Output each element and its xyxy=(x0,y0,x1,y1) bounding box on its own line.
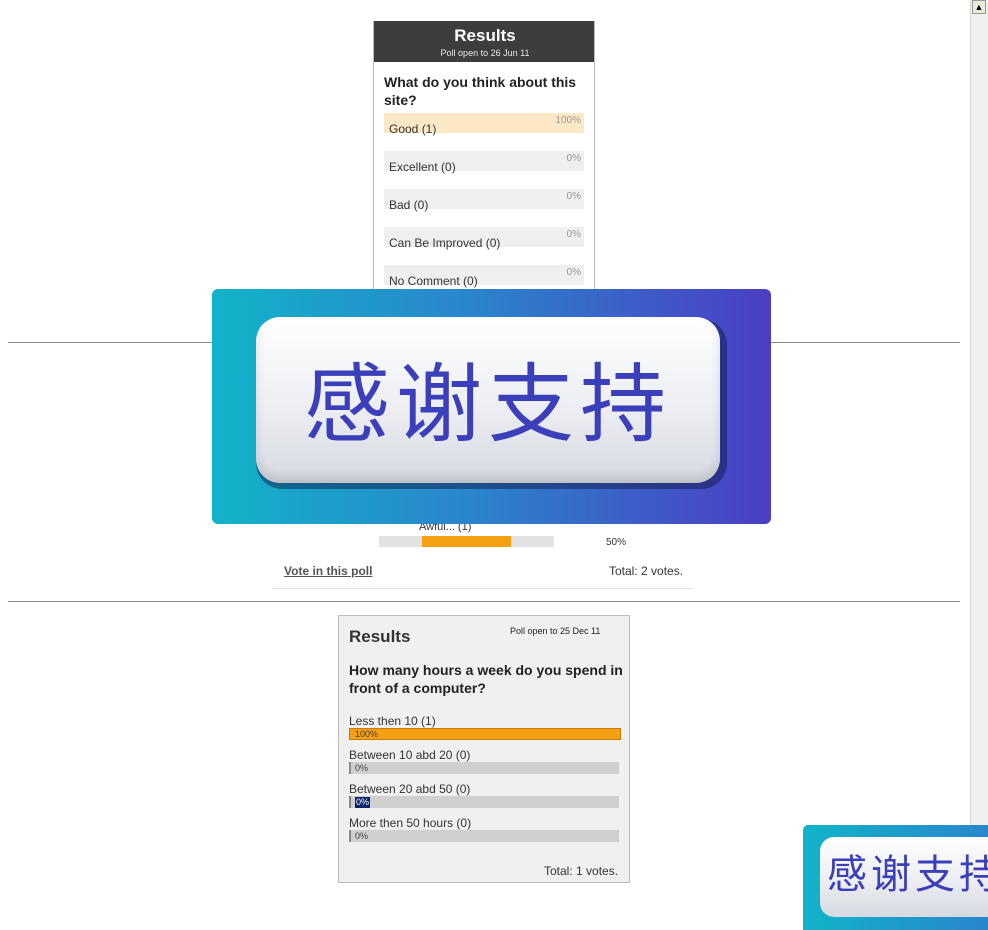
poll-question: How many hours a week do you spend in fr… xyxy=(349,662,623,696)
poll-option-percent: 0% xyxy=(566,153,581,164)
thanks-banner-image: 感谢支持 xyxy=(212,289,771,524)
divider xyxy=(272,588,694,589)
banner-text: 感谢支持 xyxy=(304,355,672,455)
poll-option-label: Good (1) xyxy=(389,122,437,136)
poll-option-percent: 0% xyxy=(566,267,581,278)
poll-option-percent: 50% xyxy=(606,537,627,548)
poll-option-bar-fill xyxy=(349,728,621,740)
poll-total-votes: Total: 2 votes. xyxy=(609,564,684,578)
poll-option: Can Be Improved (0) 0% xyxy=(384,227,584,250)
poll-option-percent: 0% xyxy=(355,763,369,773)
poll-option-label: Between 20 abd 50 (0) xyxy=(349,782,471,796)
poll-option-label: Can Be Improved (0) xyxy=(389,236,501,250)
poll-option-percent: 0% xyxy=(566,191,581,202)
banner-plate: 感谢支持 xyxy=(256,317,720,483)
poll-open-date: Poll open to 25 Dec 11 xyxy=(510,626,601,636)
poll-title: Results xyxy=(454,26,516,45)
vote-in-poll-link[interactable]: Vote in this poll xyxy=(284,564,372,578)
poll-option-bar: 0% xyxy=(349,830,619,842)
poll-option-label: Less then 10 (1) xyxy=(349,714,436,728)
poll-results-card-site: Results Poll open to 26 Jun 11 What do y… xyxy=(373,21,595,296)
poll-option-bar-fill xyxy=(422,536,511,547)
poll-results-card-hours: Results Poll open to 25 Dec 11 How many … xyxy=(338,615,630,883)
thanks-banner-small-image: 感谢支持 xyxy=(803,825,988,930)
poll-title: Results xyxy=(349,627,411,646)
poll-option: Excellent (0) 0% xyxy=(384,151,584,174)
poll-header: Results Poll open to 26 Jun 11 xyxy=(374,21,594,62)
poll-option-label: Bad (0) xyxy=(389,198,429,212)
poll-option: Bad (0) 0% xyxy=(384,189,584,212)
poll-option-percent: 0% xyxy=(355,797,371,808)
poll-total-votes: Total: 1 votes. xyxy=(544,864,619,878)
poll-option-bar: 0% xyxy=(349,762,619,774)
poll-option: Good (1) 100% xyxy=(384,113,584,136)
poll-option-percent: 0% xyxy=(566,229,581,240)
poll-open-date: Poll open to 26 Jun 11 xyxy=(440,48,530,58)
poll-option-label: Between 10 abd 20 (0) xyxy=(349,748,471,762)
poll-option-bar: 100% xyxy=(349,728,621,740)
banner-plate: 感谢支持 xyxy=(820,837,988,917)
poll-option-bar: 0% xyxy=(349,796,619,808)
divider xyxy=(8,601,960,602)
banner-text: 感谢支持 xyxy=(827,852,988,898)
scroll-up-arrow-icon[interactable]: ▲ xyxy=(972,0,986,14)
poll-option-label: Excellent (0) xyxy=(389,160,456,174)
poll-option-percent: 100% xyxy=(355,729,379,739)
poll-option-label: No Comment (0) xyxy=(389,274,478,288)
poll-option-label: More then 50 hours (0) xyxy=(349,816,472,830)
vertical-scrollbar[interactable] xyxy=(970,0,988,930)
poll-option-percent: 100% xyxy=(555,115,581,126)
poll-option-percent: 0% xyxy=(355,831,369,841)
poll-option: No Comment (0) 0% xyxy=(384,265,584,288)
poll-question: What do you think about this site? xyxy=(384,74,577,108)
